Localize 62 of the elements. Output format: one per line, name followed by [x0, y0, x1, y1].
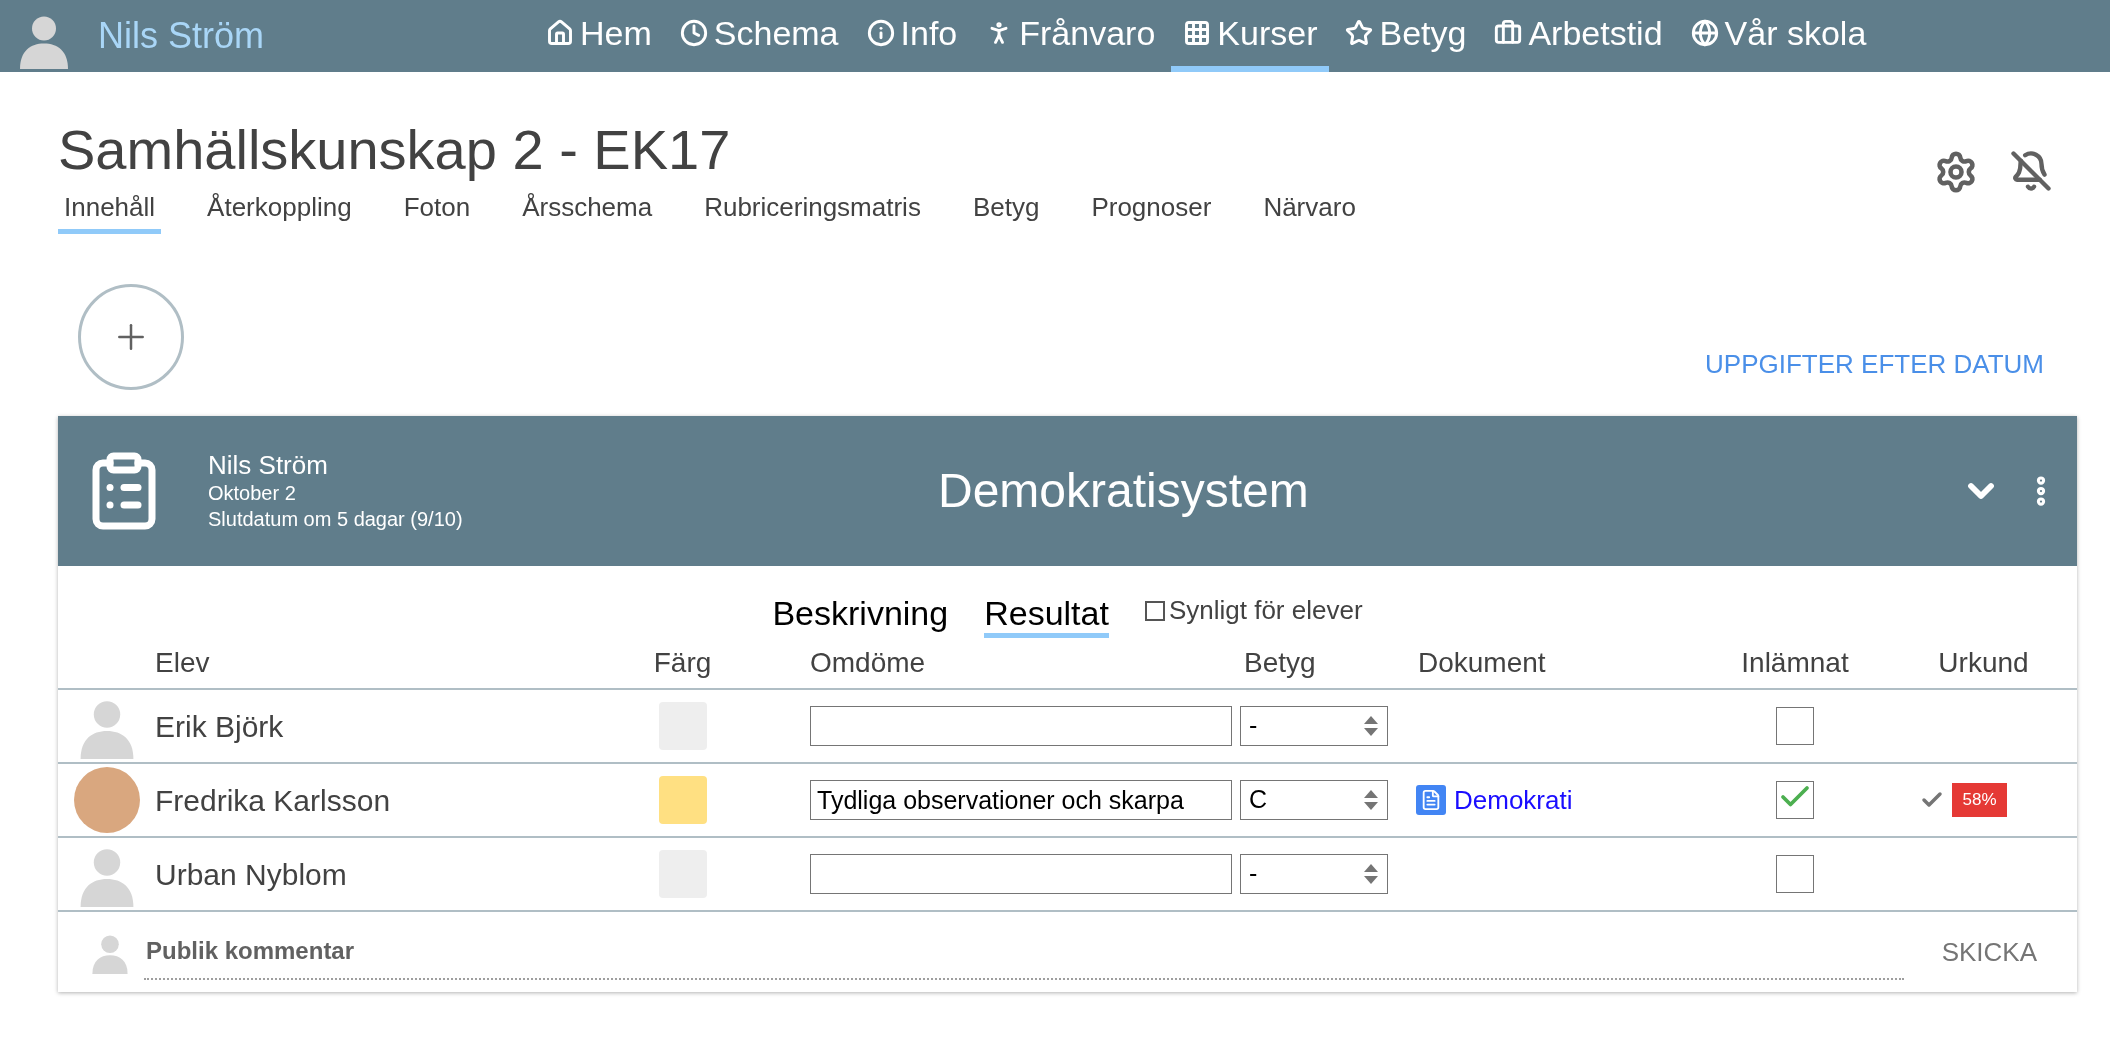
grid-icon: [1183, 19, 1212, 47]
submitted-checkbox[interactable]: [1776, 707, 1814, 745]
grade-select[interactable]: -: [1240, 854, 1388, 894]
course-tab[interactable]: Återkoppling: [201, 188, 358, 234]
comment-field[interactable]: Publik kommentar: [144, 924, 1904, 980]
nav-link[interactable]: Hem: [534, 0, 664, 72]
clock-icon: [679, 19, 708, 47]
column-header: Urkund: [1938, 647, 2029, 678]
grade-select[interactable]: -: [1240, 706, 1388, 746]
column-header: Dokument: [1418, 647, 1546, 678]
assignment-title: Demokratisystem: [938, 463, 1309, 519]
course-tab[interactable]: Närvaro: [1257, 188, 1362, 234]
course-tab[interactable]: Betyg: [966, 188, 1046, 234]
nav-link[interactable]: Info: [854, 0, 970, 72]
column-header: Färg: [653, 647, 712, 678]
plagiarism-score-badge: 58%: [1952, 783, 2007, 817]
submitted-checkbox[interactable]: [1776, 855, 1814, 893]
nav-link[interactable]: Arbetstid: [1482, 0, 1675, 72]
grade-select[interactable]: C: [1240, 780, 1388, 820]
color-swatch[interactable]: [658, 776, 707, 824]
assessment-field[interactable]: [810, 706, 1232, 746]
assessment-field[interactable]: [810, 854, 1232, 894]
student-name: Fredrika Karlsson: [155, 782, 392, 819]
home-icon: [546, 19, 574, 47]
up-down-caret-icon: [1363, 862, 1379, 886]
assignment-deadline: Slutdatum om 5 dagar (9/10): [208, 507, 464, 532]
document-link[interactable]: Demokrati: [1416, 780, 1700, 820]
column-header: Betyg: [1244, 647, 1316, 678]
star-icon: [1345, 19, 1374, 47]
up-down-caret-icon: [1363, 714, 1379, 738]
info-icon: [866, 19, 895, 47]
submitted-checkbox[interactable]: [1776, 781, 1814, 819]
course-tab[interactable]: Rubriceringsmatris: [698, 188, 927, 234]
briefcase-icon: [1494, 19, 1523, 47]
assignment-date: Oktober 2: [208, 481, 297, 506]
bell-off-icon[interactable]: [2010, 150, 2052, 192]
assignment-author: Nils Ström: [208, 450, 329, 480]
nav-link[interactable]: Schema: [667, 0, 851, 72]
column-header: Inlämnat: [1741, 647, 1849, 678]
user-name: Nils Ström: [98, 14, 265, 58]
column-header: Elev: [155, 647, 210, 678]
student-name: Urban Nyblom: [155, 856, 348, 893]
document-icon: [1416, 785, 1446, 815]
course-tab[interactable]: Årsschema: [516, 188, 659, 234]
student-name: Erik Björk: [155, 708, 285, 745]
nav-link[interactable]: Frånvaro: [973, 0, 1168, 72]
visible-to-students-checkbox[interactable]: Synligt för elever: [1144, 591, 1363, 630]
course-tab[interactable]: Prognoser: [1085, 188, 1218, 234]
globe-icon: [1690, 19, 1719, 47]
assignment-tab[interactable]: Beskrivning: [772, 593, 949, 638]
up-down-caret-icon: [1363, 788, 1379, 812]
settings-icon[interactable]: [1934, 150, 1978, 194]
assignment-tab[interactable]: Resultat: [984, 593, 1109, 638]
column-header: Omdöme: [810, 647, 926, 678]
course-tab[interactable]: Foton: [397, 188, 477, 234]
send-button[interactable]: SKICKA: [1931, 926, 2047, 978]
assessment-field[interactable]: Tydliga observationer och skarpa: [810, 780, 1232, 820]
course-title: Samhällskunskap 2 - EK17: [58, 118, 732, 182]
nav-link[interactable]: Betyg: [1333, 0, 1479, 72]
nav-link[interactable]: Kurser: [1171, 0, 1330, 72]
course-tab[interactable]: Innehåll: [58, 188, 162, 234]
nav-link[interactable]: Vår skola: [1678, 0, 1879, 72]
